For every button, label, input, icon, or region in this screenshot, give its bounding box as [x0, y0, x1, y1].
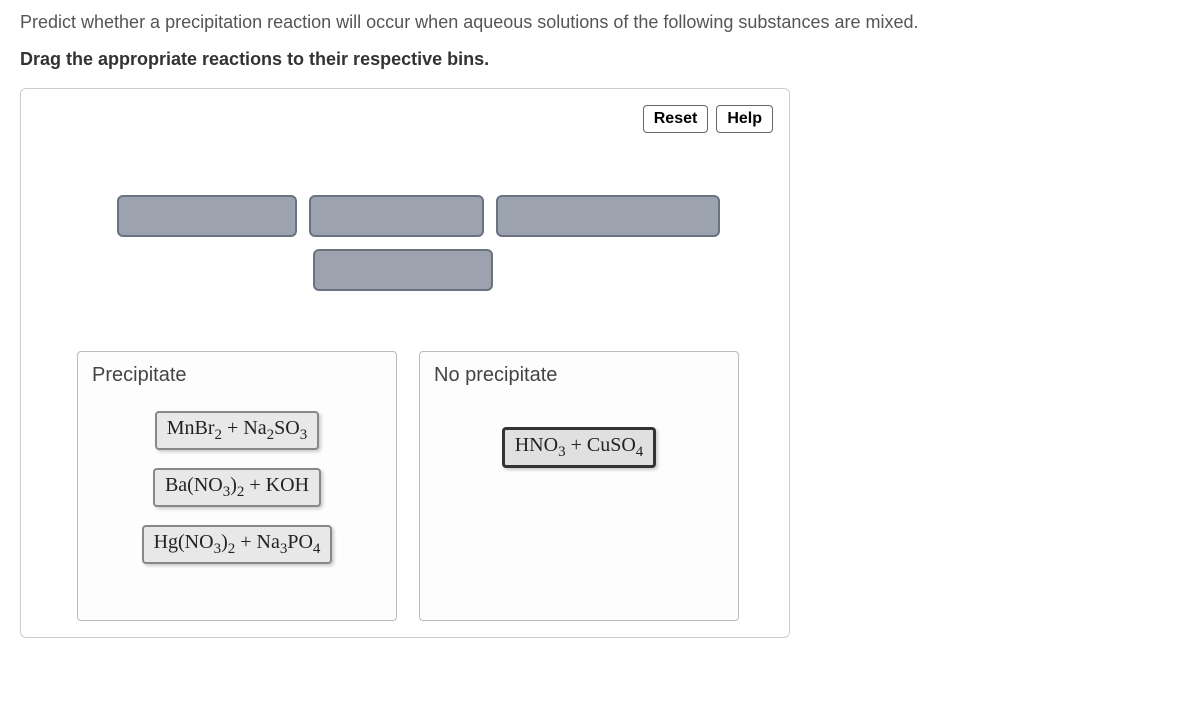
precipitate-bin-items: MnBr2 + Na2SO3 Ba(NO3)2 + KOH Hg(NO3)2 + N… — [92, 411, 382, 564]
placeholder-slot[interactable] — [309, 195, 484, 237]
no-precipitate-bin-items: HNO3 + CuSO4 — [434, 427, 724, 468]
precipitate-bin[interactable]: Precipitate MnBr2 + Na2SO3 Ba(NO3)2 + KOH… — [77, 351, 397, 621]
reset-button[interactable]: Reset — [643, 105, 709, 133]
placeholder-slot[interactable] — [313, 249, 493, 291]
question-text: Predict whether a precipitation reaction… — [20, 10, 1180, 35]
bins-container: Precipitate MnBr2 + Na2SO3 Ba(NO3)2 + KOH… — [77, 351, 773, 621]
help-button[interactable]: Help — [716, 105, 773, 133]
top-buttons: Reset Help — [643, 105, 773, 133]
reaction-item[interactable]: Ba(NO3)2 + KOH — [153, 468, 321, 507]
workspace: Reset Help Precipitate MnBr2 + Na2SO3 Ba(… — [20, 88, 790, 638]
instruction-text: Drag the appropriate reactions to their … — [20, 49, 1180, 70]
placeholder-slot[interactable] — [496, 195, 720, 237]
reaction-item[interactable]: MnBr2 + Na2SO3 — [155, 411, 319, 450]
no-precipitate-bin-title: No precipitate — [434, 364, 724, 387]
staging-area — [117, 195, 757, 291]
reaction-item[interactable]: Hg(NO3)2 + Na3PO4 — [142, 525, 333, 564]
placeholder-slot[interactable] — [117, 195, 297, 237]
precipitate-bin-title: Precipitate — [92, 364, 382, 387]
no-precipitate-bin[interactable]: No precipitate HNO3 + CuSO4 — [419, 351, 739, 621]
reaction-item[interactable]: HNO3 + CuSO4 — [502, 427, 657, 468]
